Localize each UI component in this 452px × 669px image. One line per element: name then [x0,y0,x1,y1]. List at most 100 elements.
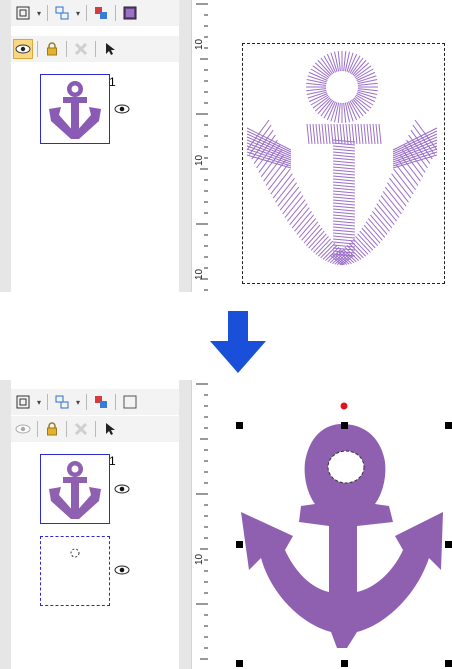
rotate-handle[interactable] [340,402,348,410]
stitch-line [332,220,356,224]
toolbar-separator [115,5,116,21]
stitch-line [312,123,316,145]
stitch-line [332,145,356,149]
ruler-label: 10 [194,553,205,565]
stitch-line [332,160,356,164]
stitch-line [306,123,310,145]
stitch-line [298,218,317,238]
left-edge-strip [0,380,11,669]
stitch-line [306,89,327,95]
fit-page-icon[interactable] [13,3,33,23]
resize-handle-n[interactable] [341,422,348,429]
stitch-line [277,182,298,207]
stitch-line [337,51,341,72]
layer-thumbnail[interactable] [40,454,110,524]
eye-icon[interactable] [114,484,130,494]
color-order-icon[interactable] [91,392,111,412]
stitch-line [351,123,355,145]
top-toolbar: ▾ ▾ [11,0,183,26]
stitch-line [332,190,356,194]
resize-handle-e[interactable] [445,541,452,548]
resize-handle-ne[interactable] [445,422,452,429]
stitch-line [357,88,378,92]
resize-handle-s[interactable] [341,660,348,667]
stitch-line [306,82,327,86]
stitch-line [332,154,356,158]
eye-icon[interactable] [114,565,130,575]
stitch-line [365,221,383,241]
select-arrow-icon[interactable] [100,39,120,59]
top-panel: ▾ ▾ 1 10 10 10 [0,0,452,292]
stitch-line [320,243,336,259]
select-arrow-icon[interactable] [100,419,120,439]
stitch-line [375,123,379,145]
toolbar-separator [95,421,96,437]
hole-layer-thumbnail[interactable] [40,536,110,606]
stitch-line [337,102,341,123]
stitch-line [332,232,356,236]
design-canvas-bottom[interactable] [207,380,452,669]
resize-handle-sw[interactable] [236,660,243,667]
eye-icon[interactable] [13,39,33,59]
stitch-line [275,177,295,203]
stitch-line [313,236,329,253]
fit-page-icon[interactable] [13,392,33,412]
lock-icon[interactable] [42,39,62,59]
stitch-line [310,233,327,251]
delete-icon[interactable] [71,39,91,59]
toolbar-separator [86,394,87,410]
stitch-line [366,123,370,145]
stitch-line [354,123,358,145]
stitch-line [357,79,378,85]
layer-thumbnail[interactable] [40,74,110,144]
layers-dropdown-icon[interactable]: ▾ [74,9,82,18]
vertical-ruler: 10 10 10 [191,0,208,292]
fit-dropdown-icon[interactable]: ▾ [35,398,43,407]
toolbar-separator [115,394,116,410]
stitch-line [332,169,356,173]
toolbar-separator [86,5,87,21]
design-canvas-top[interactable] [207,0,452,292]
stitch-line [282,191,302,215]
stitch-line [384,186,405,211]
stitch-line [332,193,356,197]
stitch-line [296,214,315,235]
stitch-line [332,163,356,167]
frame-icon[interactable] [120,3,140,23]
stitch-line [306,88,327,92]
lock-icon[interactable] [42,419,62,439]
left-edge-strip [0,0,11,292]
stitch-line [367,218,386,238]
stitch-line [332,142,356,146]
frame-icon[interactable] [120,392,140,412]
layers-icon[interactable] [52,3,72,23]
eye-icon[interactable] [13,419,33,439]
object-list: 1 [11,62,179,292]
stitch-line [260,149,283,178]
stitch-line [332,187,356,191]
filled-anchor-design[interactable] [207,380,452,669]
delete-icon[interactable] [71,419,91,439]
stitch-line [374,207,393,229]
resize-handle-nw[interactable] [236,422,243,429]
stitch-line [332,229,356,233]
stitch-line [389,177,409,203]
bottom-panel: ▾ ▾ 1 10 [0,380,452,669]
resize-handle-w[interactable] [236,541,243,548]
layers-icon[interactable] [52,392,72,412]
toolbar-separator [95,41,96,57]
layers-dropdown-icon[interactable]: ▾ [74,398,82,407]
eye-icon[interactable] [114,104,130,114]
stitch-line [284,195,304,218]
stitch-line [334,102,340,123]
fit-dropdown-icon[interactable]: ▾ [35,9,43,18]
resize-handle-se[interactable] [445,660,452,667]
stitch-line [363,123,367,145]
stitch-line [350,240,367,257]
anchor-thumbnail-icon [49,461,101,519]
color-order-icon[interactable] [91,3,111,23]
ruler-ticks [196,383,208,660]
stitch-line [267,163,289,191]
stitch-line [332,199,356,203]
stitch-line [353,238,369,255]
